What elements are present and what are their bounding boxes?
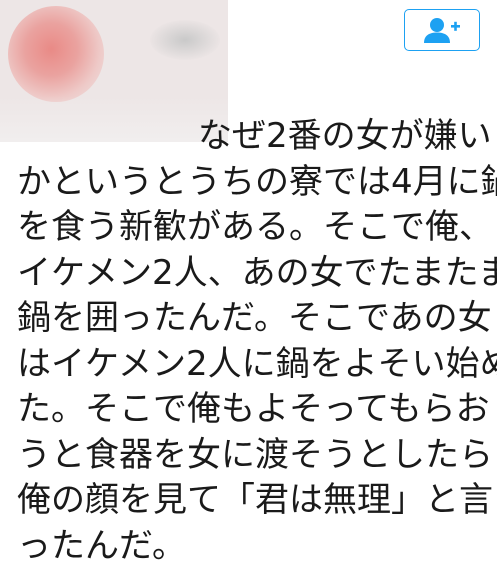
tweet-line: 俺の顔を見て「君は無理」と言 xyxy=(17,478,492,524)
follow-button[interactable] xyxy=(404,9,480,51)
tweet-line: 鍋を囲ったんだ。そこであの女 xyxy=(17,296,492,342)
tweet-card: なぜ2番の女が嫌い かというとうちの寮では4月に鍋 を食う新歓がある。そこで俺、… xyxy=(0,0,497,537)
add-user-icon xyxy=(422,16,462,44)
tweet-body: なぜ2番の女が嫌い かというとうちの寮では4月に鍋 を食う新歓がある。そこで俺、… xyxy=(17,114,492,569)
tweet-line: はイケメン2人に鍋をよそい始め xyxy=(17,342,492,388)
blurred-username xyxy=(150,20,220,60)
tweet-line: ったんだ。 xyxy=(17,524,492,569)
tweet-line: を食う新歓がある。そこで俺、 xyxy=(17,205,492,251)
tweet-line: かというとうちの寮では4月に鍋 xyxy=(17,160,492,206)
tweet-line: なぜ2番の女が嫌い xyxy=(17,114,492,160)
tweet-line: うと食器を女に渡そうとしたら xyxy=(17,433,492,479)
blurred-avatar xyxy=(8,6,104,102)
tweet-line: イケメン2人、あの女でたまたま xyxy=(17,251,492,297)
tweet-line: た。そこで俺もよそってもらお xyxy=(17,387,492,433)
